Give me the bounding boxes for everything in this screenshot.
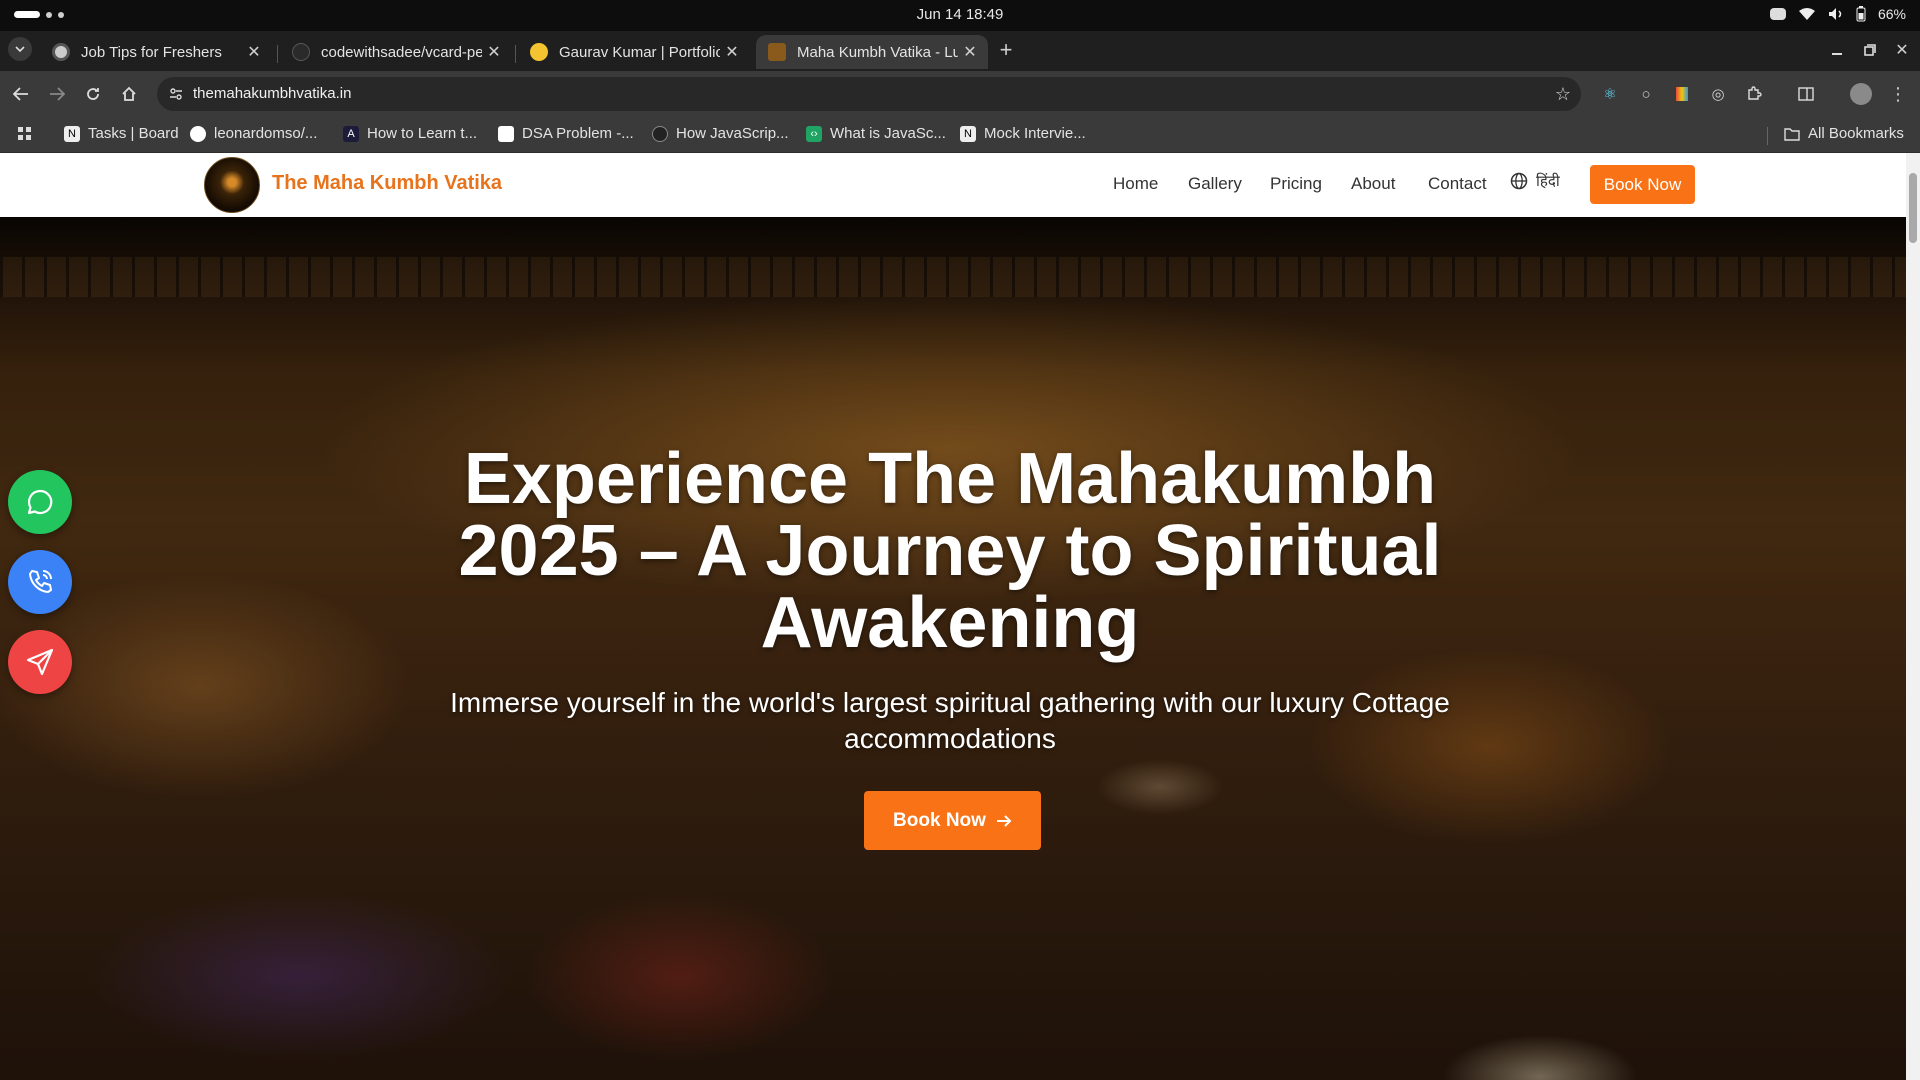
bookmark-item[interactable]: ‹› What is JavaSc... [806, 125, 946, 142]
bookmarks-bar: N Tasks | Board leonardomso/... A How to… [0, 117, 1920, 153]
browser-menu-icon[interactable]: ⋮ [1888, 84, 1908, 104]
tab-title: Gaurav Kumar | Portfolio [559, 43, 720, 61]
bookmark-label: Mock Intervie... [984, 125, 1086, 142]
os-top-bar: Jun 14 18:49 66% [0, 0, 1920, 31]
reload-button[interactable] [80, 81, 106, 107]
close-window-button[interactable]: ✕ [1889, 37, 1915, 63]
reading-list-icon[interactable] [1796, 84, 1816, 104]
circle-extension-icon[interactable]: ○ [1636, 84, 1656, 104]
phone-icon [25, 567, 55, 597]
language-label: हिंदी [1536, 173, 1560, 190]
url-text: themahakumbhvatika.in [193, 85, 352, 102]
browser-tab[interactable]: Job Tips for Freshers ✕ [40, 35, 272, 69]
battery-percent: 66% [1877, 6, 1906, 22]
site-icon [652, 125, 668, 142]
bookmark-label: Tasks | Board [88, 125, 179, 142]
bookmark-label: leonardomso/... [214, 125, 318, 142]
bookmark-item[interactable]: How JavaScrip... [652, 125, 789, 142]
browser-tab[interactable]: codewithsadee/vcard-pe ✕ [280, 35, 512, 69]
send-message-button[interactable] [8, 630, 72, 694]
all-bookmarks-button[interactable]: All Bookmarks [1784, 125, 1904, 142]
github-icon [190, 125, 206, 142]
profile-avatar[interactable] [1850, 83, 1872, 105]
bookmark-item[interactable]: leonardomso/... [190, 125, 317, 142]
browser-tab[interactable]: Gaurav Kumar | Portfolio ✕ [518, 35, 750, 69]
site-info-icon[interactable] [169, 87, 183, 101]
wifi-icon [1798, 7, 1816, 21]
react-devtools-extension-icon[interactable]: ⚛ [1600, 84, 1620, 104]
nav-pricing[interactable]: Pricing [1270, 174, 1322, 194]
forward-button[interactable] [44, 81, 70, 107]
globe-favicon-icon [52, 43, 70, 61]
hero-book-now-button[interactable]: Book Now [864, 791, 1041, 850]
bookmark-label: How JavaScrip... [676, 125, 789, 142]
chat-bubble-icon [25, 487, 55, 517]
bookmark-item[interactable]: N Tasks | Board [64, 125, 179, 142]
page-viewport: The Maha Kumbh Vatika Home Gallery Prici… [0, 153, 1906, 1080]
nav-contact[interactable]: Contact [1428, 174, 1487, 194]
scrollbar-thumb[interactable] [1909, 173, 1917, 243]
close-tab-icon[interactable]: ✕ [242, 42, 266, 62]
apps-grid-icon[interactable] [18, 127, 32, 141]
browser-tab-active[interactable]: Maha Kumbh Vatika - Lu ✕ [756, 35, 988, 69]
browser-tab-strip: Job Tips for Freshers ✕ codewithsadee/vc… [0, 31, 1920, 71]
code-icon: ‹› [806, 125, 822, 142]
globe-icon [1510, 172, 1528, 190]
home-button[interactable] [116, 81, 142, 107]
portfolio-favicon-icon [530, 43, 548, 61]
send-paper-plane-icon [25, 647, 55, 677]
nav-book-now-button[interactable]: Book Now [1590, 165, 1695, 204]
discord-icon [1769, 8, 1786, 20]
site-navbar: The Maha Kumbh Vatika Home Gallery Prici… [0, 153, 1906, 217]
tab-title: Job Tips for Freshers [81, 43, 222, 61]
mahakumbh-favicon-icon [768, 43, 786, 61]
hero-title: Experience The Mahakumbh 2025 – A Journe… [458, 439, 1442, 663]
arrow-right-icon [996, 814, 1012, 828]
page-scrollbar[interactable] [1906, 153, 1920, 1080]
color-extension-icon[interactable] [1672, 84, 1692, 104]
all-bookmarks-label: All Bookmarks [1808, 125, 1904, 142]
minimize-window-button[interactable] [1824, 37, 1850, 63]
tab-title: codewithsadee/vcard-pe [321, 43, 482, 61]
doc-icon [498, 125, 514, 142]
language-toggle[interactable]: हिंदी [1510, 171, 1560, 191]
nav-about[interactable]: About [1351, 174, 1395, 194]
bookmark-item[interactable]: A How to Learn t... [343, 125, 477, 142]
nav-gallery[interactable]: Gallery [1188, 174, 1242, 194]
nav-home[interactable]: Home [1113, 174, 1158, 194]
hero-subtitle: Immerse yourself in the world's largest … [450, 687, 1450, 754]
system-tray[interactable]: 66% [1769, 6, 1906, 22]
bookmark-label: DSA Problem -... [522, 125, 634, 142]
browser-toolbar: themahakumbhvatika.in ☆ ⚛ ○ ◎ ⋮ [0, 71, 1920, 117]
volume-icon [1828, 7, 1844, 21]
target-extension-icon[interactable]: ◎ [1708, 84, 1728, 104]
close-tab-icon[interactable]: ✕ [720, 42, 744, 62]
github-favicon-icon [292, 43, 310, 61]
restore-window-button[interactable] [1857, 37, 1883, 63]
folder-icon [1784, 127, 1800, 141]
bookmark-star-icon[interactable]: ☆ [1555, 84, 1571, 105]
notion-icon: N [960, 125, 976, 142]
new-tab-button[interactable]: + [993, 37, 1019, 63]
close-tab-icon[interactable]: ✕ [482, 42, 506, 62]
bookmark-item[interactable]: N Mock Intervie... [960, 125, 1086, 142]
site-name[interactable]: The Maha Kumbh Vatika [272, 172, 502, 195]
address-bar[interactable]: themahakumbhvatika.in ☆ [157, 77, 1581, 111]
a-icon: A [343, 125, 359, 142]
bookmark-label: What is JavaSc... [830, 125, 946, 142]
phone-call-button[interactable] [8, 550, 72, 614]
tab-search-button[interactable] [8, 37, 32, 61]
whatsapp-button[interactable] [8, 470, 72, 534]
hero-book-now-label: Book Now [893, 809, 986, 831]
notion-icon: N [64, 125, 80, 142]
tab-title: Maha Kumbh Vatika - Lu [797, 43, 958, 61]
close-tab-icon[interactable]: ✕ [958, 42, 982, 62]
bookmark-label: How to Learn t... [367, 125, 478, 142]
os-clock[interactable]: Jun 14 18:49 [0, 6, 1920, 23]
site-logo[interactable] [204, 157, 260, 213]
extensions-puzzle-icon[interactable] [1744, 84, 1764, 104]
bookmark-item[interactable]: DSA Problem -... [498, 125, 634, 142]
battery-icon [1856, 6, 1866, 22]
back-button[interactable] [8, 81, 34, 107]
